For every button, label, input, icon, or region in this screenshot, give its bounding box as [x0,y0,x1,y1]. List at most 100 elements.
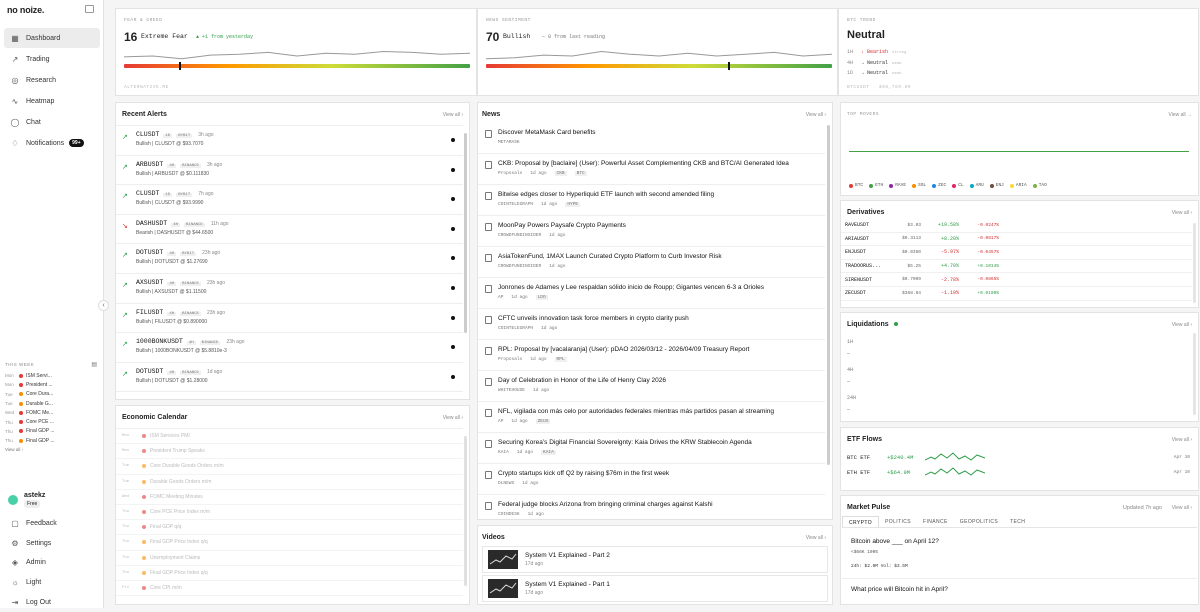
news-item[interactable]: Crypto startups kick off Q2 by raising $… [478,464,825,495]
nav-item-heatmap[interactable]: ∿ Heatmap [4,91,100,111]
legend-item[interactable]: ZEC [932,183,946,188]
derivative-row[interactable]: TRADOORUS... $5.25 +4.70% +0.1014% [841,260,1192,274]
recent-alerts-view-all[interactable]: View all › [443,112,463,118]
pulse-question-2[interactable]: What price will Bitcoin hit in April? [851,586,948,593]
calendar-event[interactable]: Tue Durable Goods Orders m/m [116,475,463,490]
news-item[interactable]: Discover MetaMask Card benefits METAMASK [478,123,825,154]
legend-item[interactable]: CL [952,183,964,188]
top-movers-view-all[interactable]: View all → [1168,112,1192,118]
news-item[interactable]: NFL, vigilada con más celo por autoridad… [478,402,825,433]
app-logo[interactable]: no noize. [7,5,44,15]
calendar-event[interactable]: Thu Core PCE Price Index m/m [116,505,463,521]
alerts-scrollbar[interactable] [464,133,467,333]
collapse-sidebar-icon[interactable]: ‹ [98,300,109,311]
tab-politics[interactable]: POLITICS [879,516,917,527]
tab-tech[interactable]: TECH [1004,516,1031,527]
calendar-event[interactable]: Thu Final GDP Price Index q/q [116,566,463,581]
derivative-row[interactable]: ZECUSDT $368.04 -1.10% +0.0100% [841,287,1192,301]
calendar-event[interactable]: Thu Unemployment Claims [116,551,463,566]
derivative-row[interactable]: ARIAUSDT $0.3113 +8.20% -0.0817% [841,233,1192,247]
news-coin-tag[interactable]: ZEUS [535,419,551,424]
legend-item[interactable]: TAO [1032,183,1047,188]
etf-flows-view-all[interactable]: View all › [1172,437,1192,443]
derivative-row[interactable]: SIRENUSDT $0.7009 -2.78% -0.0865% [841,273,1192,287]
calendar-event[interactable]: Mon President Trump Speaks [116,444,463,460]
this-week-item[interactable]: Mon President ... [5,380,99,389]
alert-item[interactable]: ↗ ARBUSDT 4H BINANCE 3h ago Bullish | ARBUSDT… [116,156,463,186]
alert-item[interactable]: ↘ DASHUSDT 4H BINANCE 11h ago Bearish | DASHU… [116,215,463,245]
alert-item[interactable]: ↗ FILUSDT 4H BINANCE 23h ago Bullish | FILUSD… [116,304,463,334]
nav-item-admin[interactable]: ◈ Admin [4,553,100,572]
derivative-row[interactable]: ENJUSDT $0.0350 -5.97% -0.0457% [841,246,1192,260]
economic-calendar-view-all[interactable]: View all › [443,415,463,421]
pulse-question-1[interactable]: Bitcoin above ___ on April 12? [851,538,939,545]
this-week-item[interactable]: Mon ISM Servi... [5,371,99,380]
legend-item[interactable]: ETH [869,183,883,188]
news-coin-tag[interactable]: HYPE [565,202,581,207]
legend-item[interactable]: RAVE [889,183,906,188]
legend-item[interactable]: BTC [849,183,863,188]
calendar-event[interactable]: Wed FOMC Meeting Minutes [116,490,463,505]
news-item[interactable]: Securing Korea’s Digital Financial Sover… [478,433,825,464]
news-coin-tag[interactable]: BTC [574,171,587,176]
news-item[interactable]: CKB: Proposal by [baclaire] (User): Powe… [478,154,825,185]
legend-item[interactable]: ENJ [989,183,1004,188]
news-item[interactable]: Bitwise edges closer to Hyperliquid ETF … [478,185,825,216]
news-item[interactable]: AsiaTokenFund, 1MAX Launch Curated Crypt… [478,247,825,278]
nav-item-settings[interactable]: ⚙ Settings [4,534,100,553]
news-view-all[interactable]: View all › [806,112,826,118]
liquidations-scrollbar[interactable] [1193,333,1196,415]
tab-geopolitics[interactable]: GEOPOLITICS [954,516,1004,527]
derivatives-view-all[interactable]: View all › [1172,210,1192,216]
news-item[interactable]: CFTC unveils innovation task force membe… [478,309,825,340]
news-item[interactable]: Jonrones de Adames y Lee respaldan sólid… [478,278,825,309]
sidebar-toggle-icon[interactable] [85,5,94,13]
nav-item-research[interactable]: ◎ Research [4,70,100,90]
news-coin-tag[interactable]: RPL [554,357,567,362]
calendar-event[interactable]: Thu Final GDP q/q [116,520,463,536]
video-item[interactable]: System V1 Explained - Part 2 17d ago [482,546,828,573]
nav-item-dashboard[interactable]: ▦ Dashboard [4,28,100,48]
nav-item-chat[interactable]: ◯ Chat [4,112,100,132]
this-week-item[interactable]: Thu Final GDP ... [5,436,99,445]
news-coin-tag[interactable]: CKB [554,171,567,176]
this-week-item[interactable]: Thu Final GDP ... [5,427,99,436]
calendar-event[interactable]: Fri Core CPI m/m [116,581,463,597]
this-week-item[interactable]: Wed FOMC Me... [5,408,99,417]
legend-item[interactable]: SOL [912,183,926,188]
etf-row[interactable]: ETH ETF +$64.9M Apr 10 [841,465,1198,480]
news-coin-tag[interactable]: KAIA [541,450,556,455]
news-coin-tag[interactable]: LDO [535,295,548,300]
derivative-row[interactable]: RAVEUSDT $3.03 +19.58% -0.0247% [841,219,1192,233]
alert-item[interactable]: ↗ CLUSDT 1D BYBIT 7h ago Bullish | CLUSDT @ $… [116,185,463,215]
nav-item-notifications[interactable]: ♢ Notifications 99+ [4,133,100,153]
news-scrollbar[interactable] [827,125,830,465]
alert-item[interactable]: ↗ CLUSDT 1D BYBIT 3h ago Bullish | CLUSDT @ $… [116,126,463,156]
calendar-event[interactable]: Thu Final GDP Price Index q/q [116,535,463,551]
calendar-event[interactable]: Mon ISM Services PMI [116,429,463,445]
legend-item[interactable]: ARU [969,183,984,188]
video-item[interactable]: System V1 Explained - Part 1 17d ago [482,575,828,602]
news-item[interactable]: Federal judge blocks Arizona from bringi… [478,495,825,519]
market-pulse-view-all[interactable]: View all › [1172,505,1192,511]
nav-item-light[interactable]: ☼ Light [4,573,100,592]
user-profile[interactable]: astekz Free [8,492,45,508]
calendar-scrollbar[interactable] [464,436,467,586]
this-week-item[interactable]: Tue Durable G... [5,399,99,408]
nav-item-trading[interactable]: ↗ Trading [4,49,100,69]
this-week-item[interactable]: Thu Core PCE ... [5,417,99,426]
alert-item[interactable]: ↗ DOTUSDT 4H BINANCE 1d ago Bullish | DOTUSDT… [116,363,463,393]
alert-item[interactable]: ↗ 1000BONKUSDT 4H BINANCE 23h ago Bullish | 1… [116,333,463,363]
news-item[interactable]: Day of Celebration in Honor of the Life … [478,371,825,402]
this-week-item[interactable]: Tue Core Dura... [5,390,99,399]
alert-item[interactable]: ↗ AXSUSDT 4H BINANCE 23h ago Bullish | AXSUSD… [116,274,463,304]
this-week-view-all[interactable]: View all › [5,447,99,452]
calendar-event[interactable]: Tue Core Durable Goods Orders m/m [116,459,463,475]
etf-row[interactable]: BTC ETF +$240.4M Apr 10 [841,450,1198,465]
nav-item-log-out[interactable]: ⇥ Log Out [4,593,100,612]
liquidations-view-all[interactable]: View all › [1172,322,1192,328]
legend-item[interactable]: ARIA [1009,183,1027,188]
tab-crypto[interactable]: CRYPTO [842,516,880,527]
alert-item[interactable]: ↗ DOTUSDT 4H BYBIT 23h ago Bullish | DOTUSDT … [116,244,463,274]
derivatives-scrollbar[interactable] [1193,223,1196,303]
